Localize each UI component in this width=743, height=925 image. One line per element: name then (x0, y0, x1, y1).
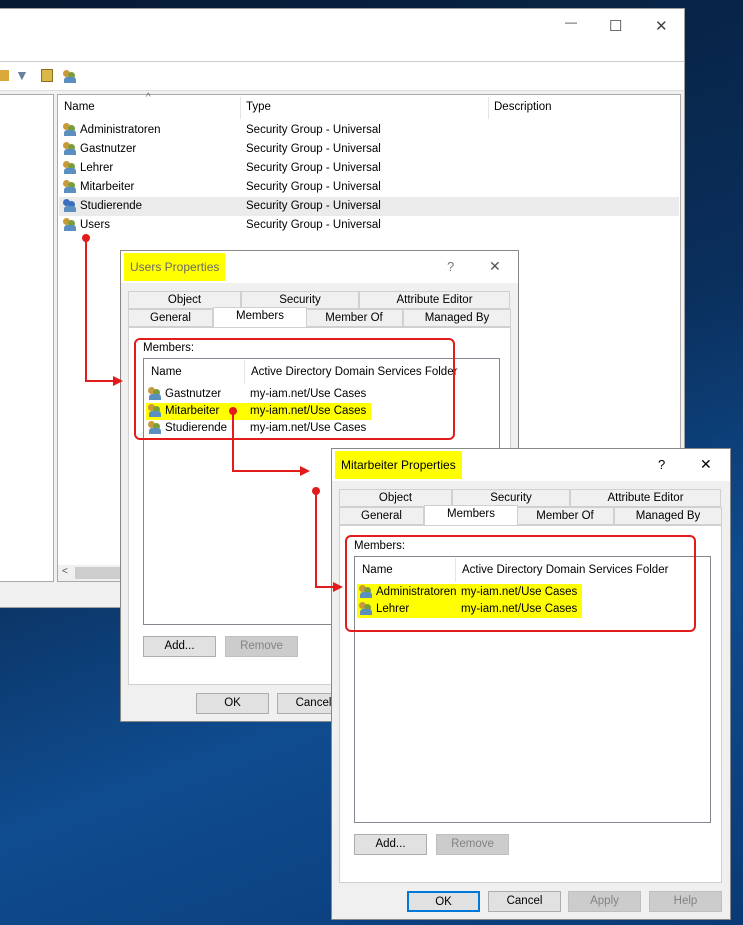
table-row[interactable]: Administratoren Security Group - Universa… (59, 121, 679, 140)
sort-arrow-icon: ^ (146, 92, 151, 103)
row-type: Security Group - Universal (246, 219, 381, 231)
row-name: Lehrer (80, 162, 114, 174)
group-icon (63, 218, 77, 232)
toolbar: ▼ (0, 61, 684, 91)
annotation-arrow (113, 376, 123, 386)
help-button[interactable]: ? (658, 457, 665, 472)
row-name: Mitarbeiter (80, 181, 135, 193)
tab-managed-by[interactable]: Managed By (403, 309, 511, 327)
dialog-title: Users Properties (124, 253, 226, 281)
row-type: Security Group - Universal (246, 162, 381, 174)
column-divider (488, 97, 489, 119)
dialog-title: Mitarbeiter Properties (335, 451, 462, 479)
tab-general[interactable]: General (339, 507, 424, 525)
column-divider (240, 97, 241, 119)
help-button[interactable]: ? (447, 259, 454, 274)
annotation-line (232, 411, 234, 471)
filter-icon[interactable]: ▼ (15, 67, 29, 83)
tab-member-of[interactable]: Member Of (305, 309, 403, 327)
column-header-name[interactable]: Name (64, 101, 95, 113)
tab-member-of[interactable]: Member Of (516, 507, 614, 525)
tab-members[interactable]: Members (213, 307, 307, 327)
tree-pane (0, 94, 54, 582)
group-icon (63, 142, 77, 156)
column-header-description[interactable]: Description (494, 101, 552, 113)
annotation-box-users-members (134, 338, 455, 440)
ok-button[interactable]: OK (407, 891, 480, 912)
row-type: Security Group - Universal (246, 143, 381, 155)
add-button[interactable]: Add... (143, 636, 216, 657)
maximize-button[interactable]: ☐ (609, 17, 622, 35)
row-type: Security Group - Universal (246, 200, 381, 212)
annotation-line (315, 586, 335, 588)
remove-button: Remove (225, 636, 298, 657)
title-bar: Users Properties ? ✕ (121, 251, 518, 283)
group-icon (63, 123, 77, 137)
group-icon (63, 161, 77, 175)
table-row[interactable]: Studierende Security Group - Universal (59, 197, 679, 216)
ok-button[interactable]: OK (196, 693, 269, 714)
folder-icon[interactable] (0, 70, 9, 81)
table-row[interactable]: Lehrer Security Group - Universal (59, 159, 679, 178)
mitarbeiter-properties-dialog: Mitarbeiter Properties ? ✕ Object Securit… (331, 448, 731, 920)
annotation-line (85, 238, 87, 382)
tab-general[interactable]: General (128, 309, 213, 327)
group-blue-icon (63, 199, 77, 213)
close-button[interactable]: ✕ (700, 456, 712, 473)
annotation-line (315, 491, 317, 587)
annotation-line (85, 380, 115, 382)
apply-button: Apply (568, 891, 641, 912)
row-name: Users (80, 219, 111, 231)
title-bar (0, 9, 684, 61)
tab-attribute-editor[interactable]: Attribute Editor (570, 489, 721, 507)
find-icon[interactable] (41, 69, 53, 82)
tab-managed-by[interactable]: Managed By (614, 507, 722, 525)
table-row[interactable]: Mitarbeiter Security Group - Universal (59, 178, 679, 197)
row-type: Security Group - Universal (246, 124, 381, 136)
close-button[interactable]: ✕ (655, 17, 668, 35)
add-button[interactable]: Add... (354, 834, 427, 855)
table-row[interactable]: Gastnutzer Security Group - Universal (59, 140, 679, 159)
tab-members[interactable]: Members (424, 505, 518, 525)
annotation-arrow (333, 582, 343, 592)
annotation-line (232, 470, 302, 472)
annotation-box-mitarbeiter-members (345, 535, 696, 632)
cancel-button[interactable]: Cancel (488, 891, 561, 912)
scroll-left-icon[interactable]: < (62, 566, 68, 577)
remove-button: Remove (436, 834, 509, 855)
table-row[interactable]: Users Security Group - Universal (59, 216, 679, 235)
row-type: Security Group - Universal (246, 181, 381, 193)
help-button-bottom: Help (649, 891, 722, 912)
minimize-button[interactable]: — (565, 15, 577, 29)
annotation-arrow (300, 466, 310, 476)
title-bar: Mitarbeiter Properties ? ✕ (332, 449, 730, 481)
delegate-icon[interactable] (63, 70, 77, 83)
tab-attribute-editor[interactable]: Attribute Editor (359, 291, 510, 309)
row-name: Gastnutzer (80, 143, 137, 155)
column-header-type[interactable]: Type (246, 101, 271, 113)
close-button[interactable]: ✕ (489, 258, 501, 275)
row-name: Studierende (80, 200, 143, 212)
group-icon (63, 180, 77, 194)
row-name: Administratoren (80, 124, 161, 136)
